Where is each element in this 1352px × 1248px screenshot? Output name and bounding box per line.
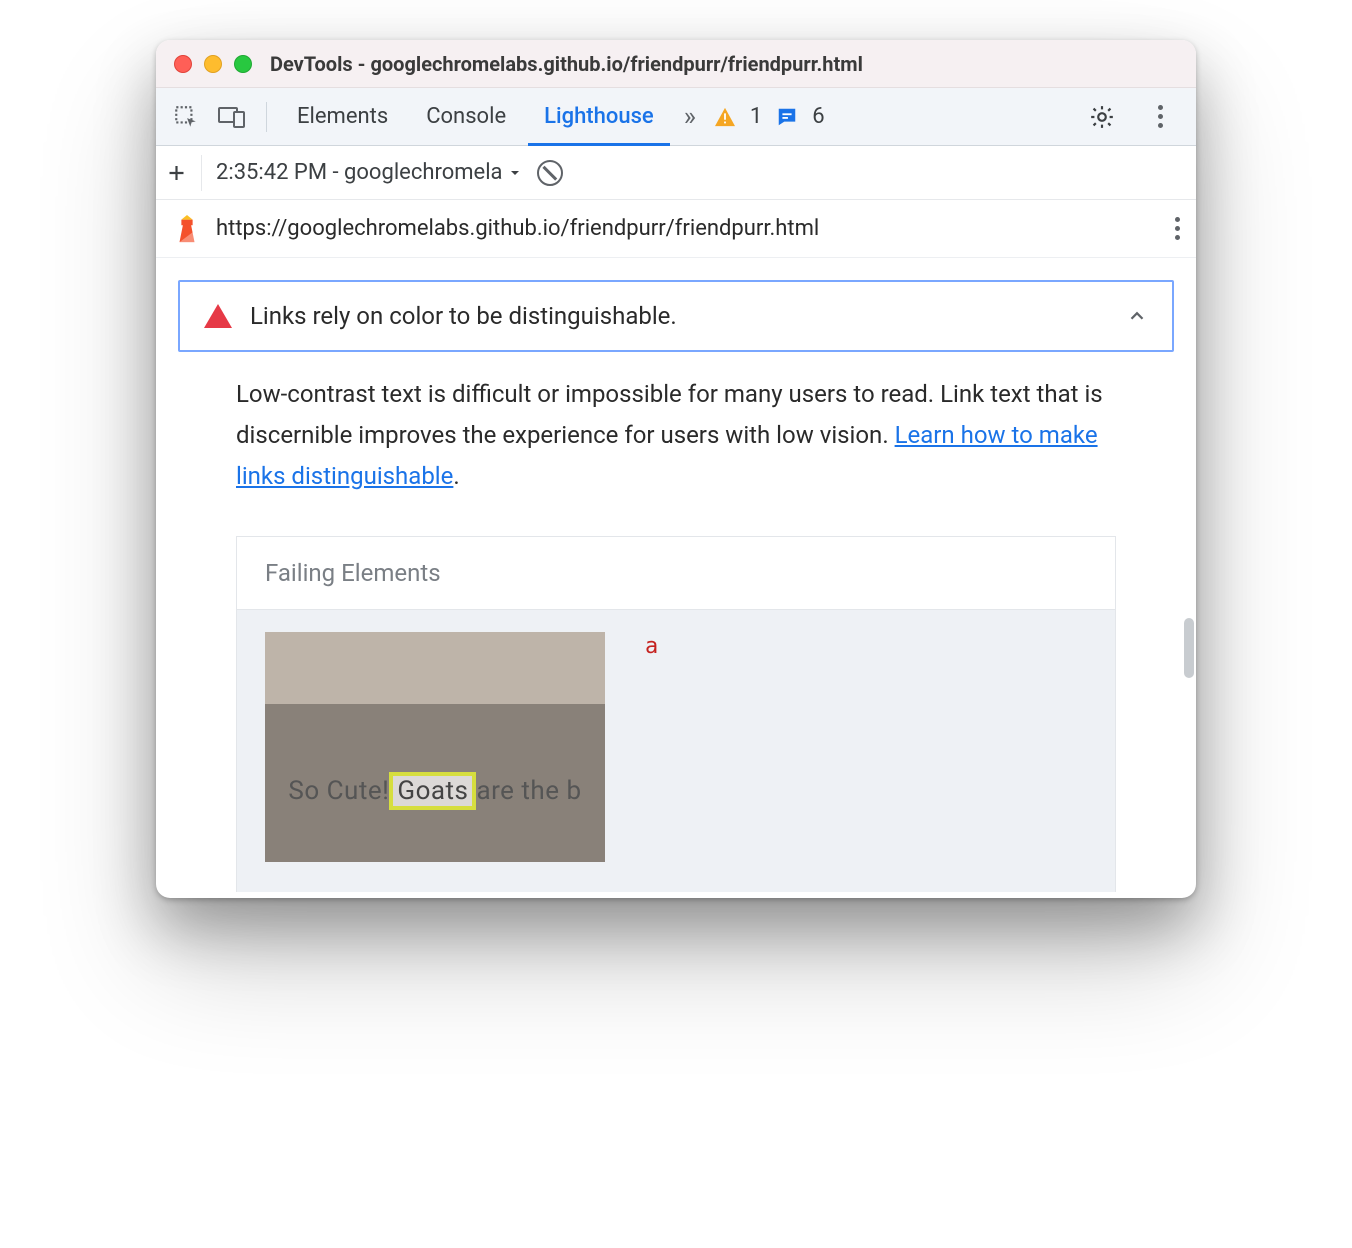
highlighted-link-text: Goats	[389, 772, 476, 810]
report-url-row: https://googlechromelabs.github.io/frien…	[156, 200, 1196, 258]
devtools-toolbar: Elements Console Lighthouse » 1 6	[156, 88, 1196, 146]
toolbar-separator	[266, 102, 267, 132]
window-controls	[174, 55, 252, 73]
warning-icon[interactable]	[714, 107, 736, 127]
window-title: DevTools - googlechromelabs.github.io/fr…	[270, 52, 863, 76]
messages-count: 6	[812, 104, 824, 129]
zoom-window-button[interactable]	[234, 55, 252, 73]
lighthouse-content: Links rely on color to be distinguishabl…	[156, 258, 1196, 898]
warning-count: 1	[750, 104, 762, 129]
minimize-window-button[interactable]	[204, 55, 222, 73]
audit-item[interactable]: Links rely on color to be distinguishabl…	[178, 280, 1174, 352]
chevron-up-icon[interactable]	[1126, 305, 1148, 327]
failing-elements-header: Failing Elements	[237, 537, 1115, 610]
audit-fail-icon	[204, 304, 232, 328]
titlebar: DevTools - googlechromelabs.github.io/fr…	[156, 40, 1196, 88]
audit-description-text-post: .	[453, 462, 459, 490]
tab-elements[interactable]: Elements	[281, 88, 404, 146]
report-dropdown[interactable]: 2:35:42 PM - googlechromela	[216, 160, 523, 185]
thumb-text-post: are the b	[476, 776, 581, 806]
scrollbar-thumb[interactable]	[1184, 618, 1194, 678]
inspect-element-icon[interactable]	[166, 97, 206, 137]
report-menu-icon[interactable]	[1175, 217, 1180, 240]
lighthouse-toolbar: 2:35:42 PM - googlechromela	[156, 146, 1196, 200]
new-report-button[interactable]	[166, 155, 202, 191]
tabs-overflow-icon[interactable]: »	[676, 102, 704, 132]
device-toolbar-icon[interactable]	[212, 97, 252, 137]
element-tag[interactable]: a	[645, 634, 658, 659]
failing-elements-section: Failing Elements So Cute! Goats are the …	[236, 536, 1116, 892]
audit-title: Links rely on color to be distinguishabl…	[250, 302, 677, 330]
lighthouse-logo-icon	[172, 214, 202, 244]
issue-counters: 1 6	[714, 104, 825, 129]
settings-gear-icon[interactable]	[1082, 97, 1122, 137]
tab-lighthouse[interactable]: Lighthouse	[528, 88, 670, 146]
clear-report-icon[interactable]	[537, 160, 563, 186]
close-window-button[interactable]	[174, 55, 192, 73]
devtools-window: DevTools - googlechromelabs.github.io/fr…	[156, 40, 1196, 898]
thumb-text-pre: So Cute!	[288, 776, 389, 806]
tab-console[interactable]: Console	[410, 88, 522, 146]
messages-icon[interactable]	[776, 106, 798, 128]
element-screenshot[interactable]: So Cute! Goats are the b	[265, 632, 605, 862]
failing-elements-body: So Cute! Goats are the b a	[237, 610, 1115, 892]
report-url: https://googlechromelabs.github.io/frien…	[216, 216, 819, 241]
report-dropdown-label: 2:35:42 PM - googlechromela	[216, 160, 503, 185]
more-menu-icon[interactable]	[1140, 97, 1180, 137]
caret-down-icon	[507, 165, 523, 181]
audit-description: Low-contrast text is difficult or imposs…	[178, 374, 1174, 496]
